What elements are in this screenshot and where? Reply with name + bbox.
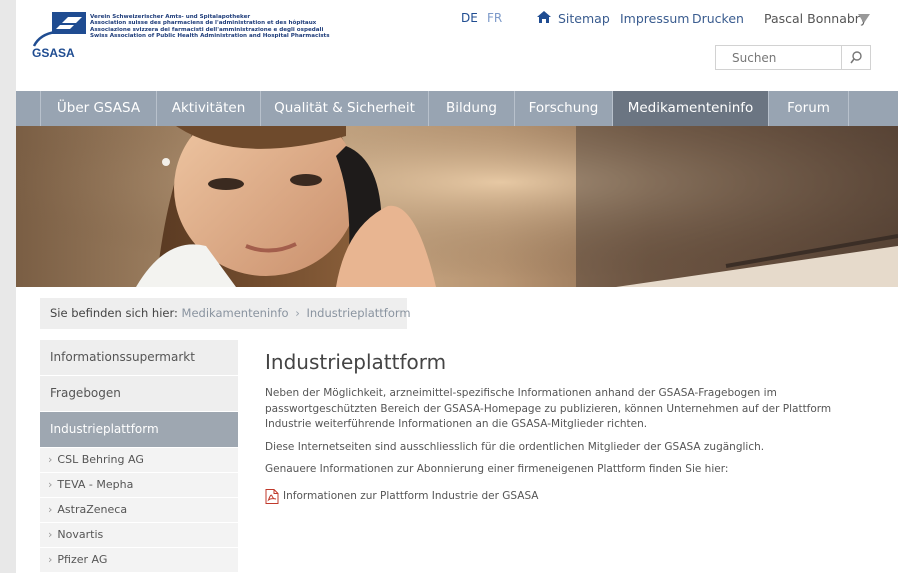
main-content: Industrieplattform Neben der Möglichkeit… bbox=[265, 350, 865, 504]
sidebar-subitem-astrazeneca[interactable]: › AstraZeneca bbox=[40, 498, 238, 522]
chevron-right-icon: › bbox=[48, 453, 53, 466]
nav-item-aktivitaeten[interactable]: Aktivitäten bbox=[157, 91, 261, 126]
chevron-right-icon: › bbox=[48, 553, 53, 566]
subscription-paragraph: Genauere Informationen zur Abonnierung e… bbox=[265, 463, 729, 475]
sidebar-subitem-label: CSL Behring AG bbox=[57, 453, 144, 466]
nav-item-medikamenteninfo[interactable]: Medikamenteninfo bbox=[613, 91, 769, 126]
breadcrumb-label: Sie befinden sich hier: bbox=[50, 306, 178, 320]
sidebar-subitem-label: Pfizer AG bbox=[57, 553, 108, 566]
nav-item-forum[interactable]: Forum bbox=[769, 91, 849, 126]
caret-down-icon[interactable] bbox=[858, 14, 870, 23]
search-button[interactable] bbox=[841, 46, 870, 69]
lang-fr-link[interactable]: FR bbox=[487, 11, 502, 25]
breadcrumb-separator: › bbox=[295, 306, 300, 320]
search-input[interactable] bbox=[716, 46, 842, 69]
home-icon[interactable] bbox=[536, 10, 552, 24]
page: Verein Schweizerischer Amts- und Spitala… bbox=[16, 0, 898, 573]
hero-image bbox=[16, 126, 898, 287]
sidebar-subitem-teva-mepha[interactable]: › TEVA - Mepha bbox=[40, 473, 238, 497]
nav-item-qualitaet[interactable]: Qualität & Sicherheit bbox=[261, 91, 429, 126]
nav-item-bildung[interactable]: Bildung bbox=[429, 91, 515, 126]
page-title: Industrieplattform bbox=[265, 350, 447, 374]
logo-line: Association suisse des pharmaciens de l'… bbox=[90, 20, 317, 27]
nav-item-ueber-gsasa[interactable]: Über GSASA bbox=[41, 91, 157, 126]
breadcrumb-item-industrieplattform[interactable]: Industrieplattform bbox=[306, 306, 410, 320]
logo-line: Swiss Association of Public Health Admin… bbox=[90, 33, 330, 40]
user-name[interactable]: Pascal Bonnabry bbox=[764, 11, 867, 26]
sidebar-subitem-label: AstraZeneca bbox=[57, 503, 128, 516]
pdf-link[interactable]: Informationen zur Plattform Industrie de… bbox=[265, 488, 865, 504]
logo-tagline: Verein Schweizerischer Amts- und Spitala… bbox=[90, 14, 350, 40]
drucken-link[interactable]: Drucken bbox=[692, 11, 744, 26]
nav-spacer bbox=[16, 91, 41, 126]
sidebar: Informationssupermarkt Fragebogen Indust… bbox=[40, 340, 238, 573]
logo-acronym: GSASA bbox=[32, 46, 75, 60]
sidebar-subitem-label: Novartis bbox=[57, 528, 104, 541]
search-box bbox=[715, 45, 871, 70]
access-paragraph: Diese Internetseiten sind ausschliesslic… bbox=[265, 440, 765, 453]
chevron-right-icon: › bbox=[48, 478, 53, 491]
chevron-right-icon: › bbox=[48, 503, 53, 516]
pdf-link-label[interactable]: Informationen zur Plattform Industrie de… bbox=[283, 490, 538, 502]
pdf-icon bbox=[265, 488, 279, 504]
sidebar-item-informationssupermarkt[interactable]: Informationssupermarkt bbox=[40, 340, 238, 375]
impressum-link[interactable]: Impressum bbox=[620, 11, 689, 26]
sidebar-subitem-csl-behring[interactable]: › CSL Behring AG bbox=[40, 448, 238, 472]
search-icon bbox=[850, 51, 862, 64]
chevron-right-icon: › bbox=[48, 528, 53, 541]
hero-photo bbox=[16, 126, 898, 287]
main-nav: Über GSASA Aktivitäten Qualität & Sicher… bbox=[16, 91, 898, 126]
sidebar-subitem-novartis[interactable]: › Novartis bbox=[40, 523, 238, 547]
breadcrumb: Sie befinden sich hier: Medikamenteninfo… bbox=[40, 298, 411, 329]
sitemap-link[interactable]: Sitemap bbox=[558, 11, 610, 26]
sidebar-subitem-label: TEVA - Mepha bbox=[57, 478, 134, 491]
intro-paragraph: Neben der Möglichkeit, arzneimittel-spez… bbox=[265, 387, 832, 430]
nav-item-forschung[interactable]: Forschung bbox=[515, 91, 613, 126]
sidebar-item-industrieplattform[interactable]: Industrieplattform bbox=[40, 412, 238, 447]
lang-de-link[interactable]: DE bbox=[461, 11, 478, 25]
sidebar-subitem-pfizer[interactable]: › Pfizer AG bbox=[40, 548, 238, 572]
breadcrumb-item-medikamenteninfo[interactable]: Medikamenteninfo bbox=[182, 306, 289, 320]
sidebar-item-fragebogen[interactable]: Fragebogen bbox=[40, 376, 238, 411]
